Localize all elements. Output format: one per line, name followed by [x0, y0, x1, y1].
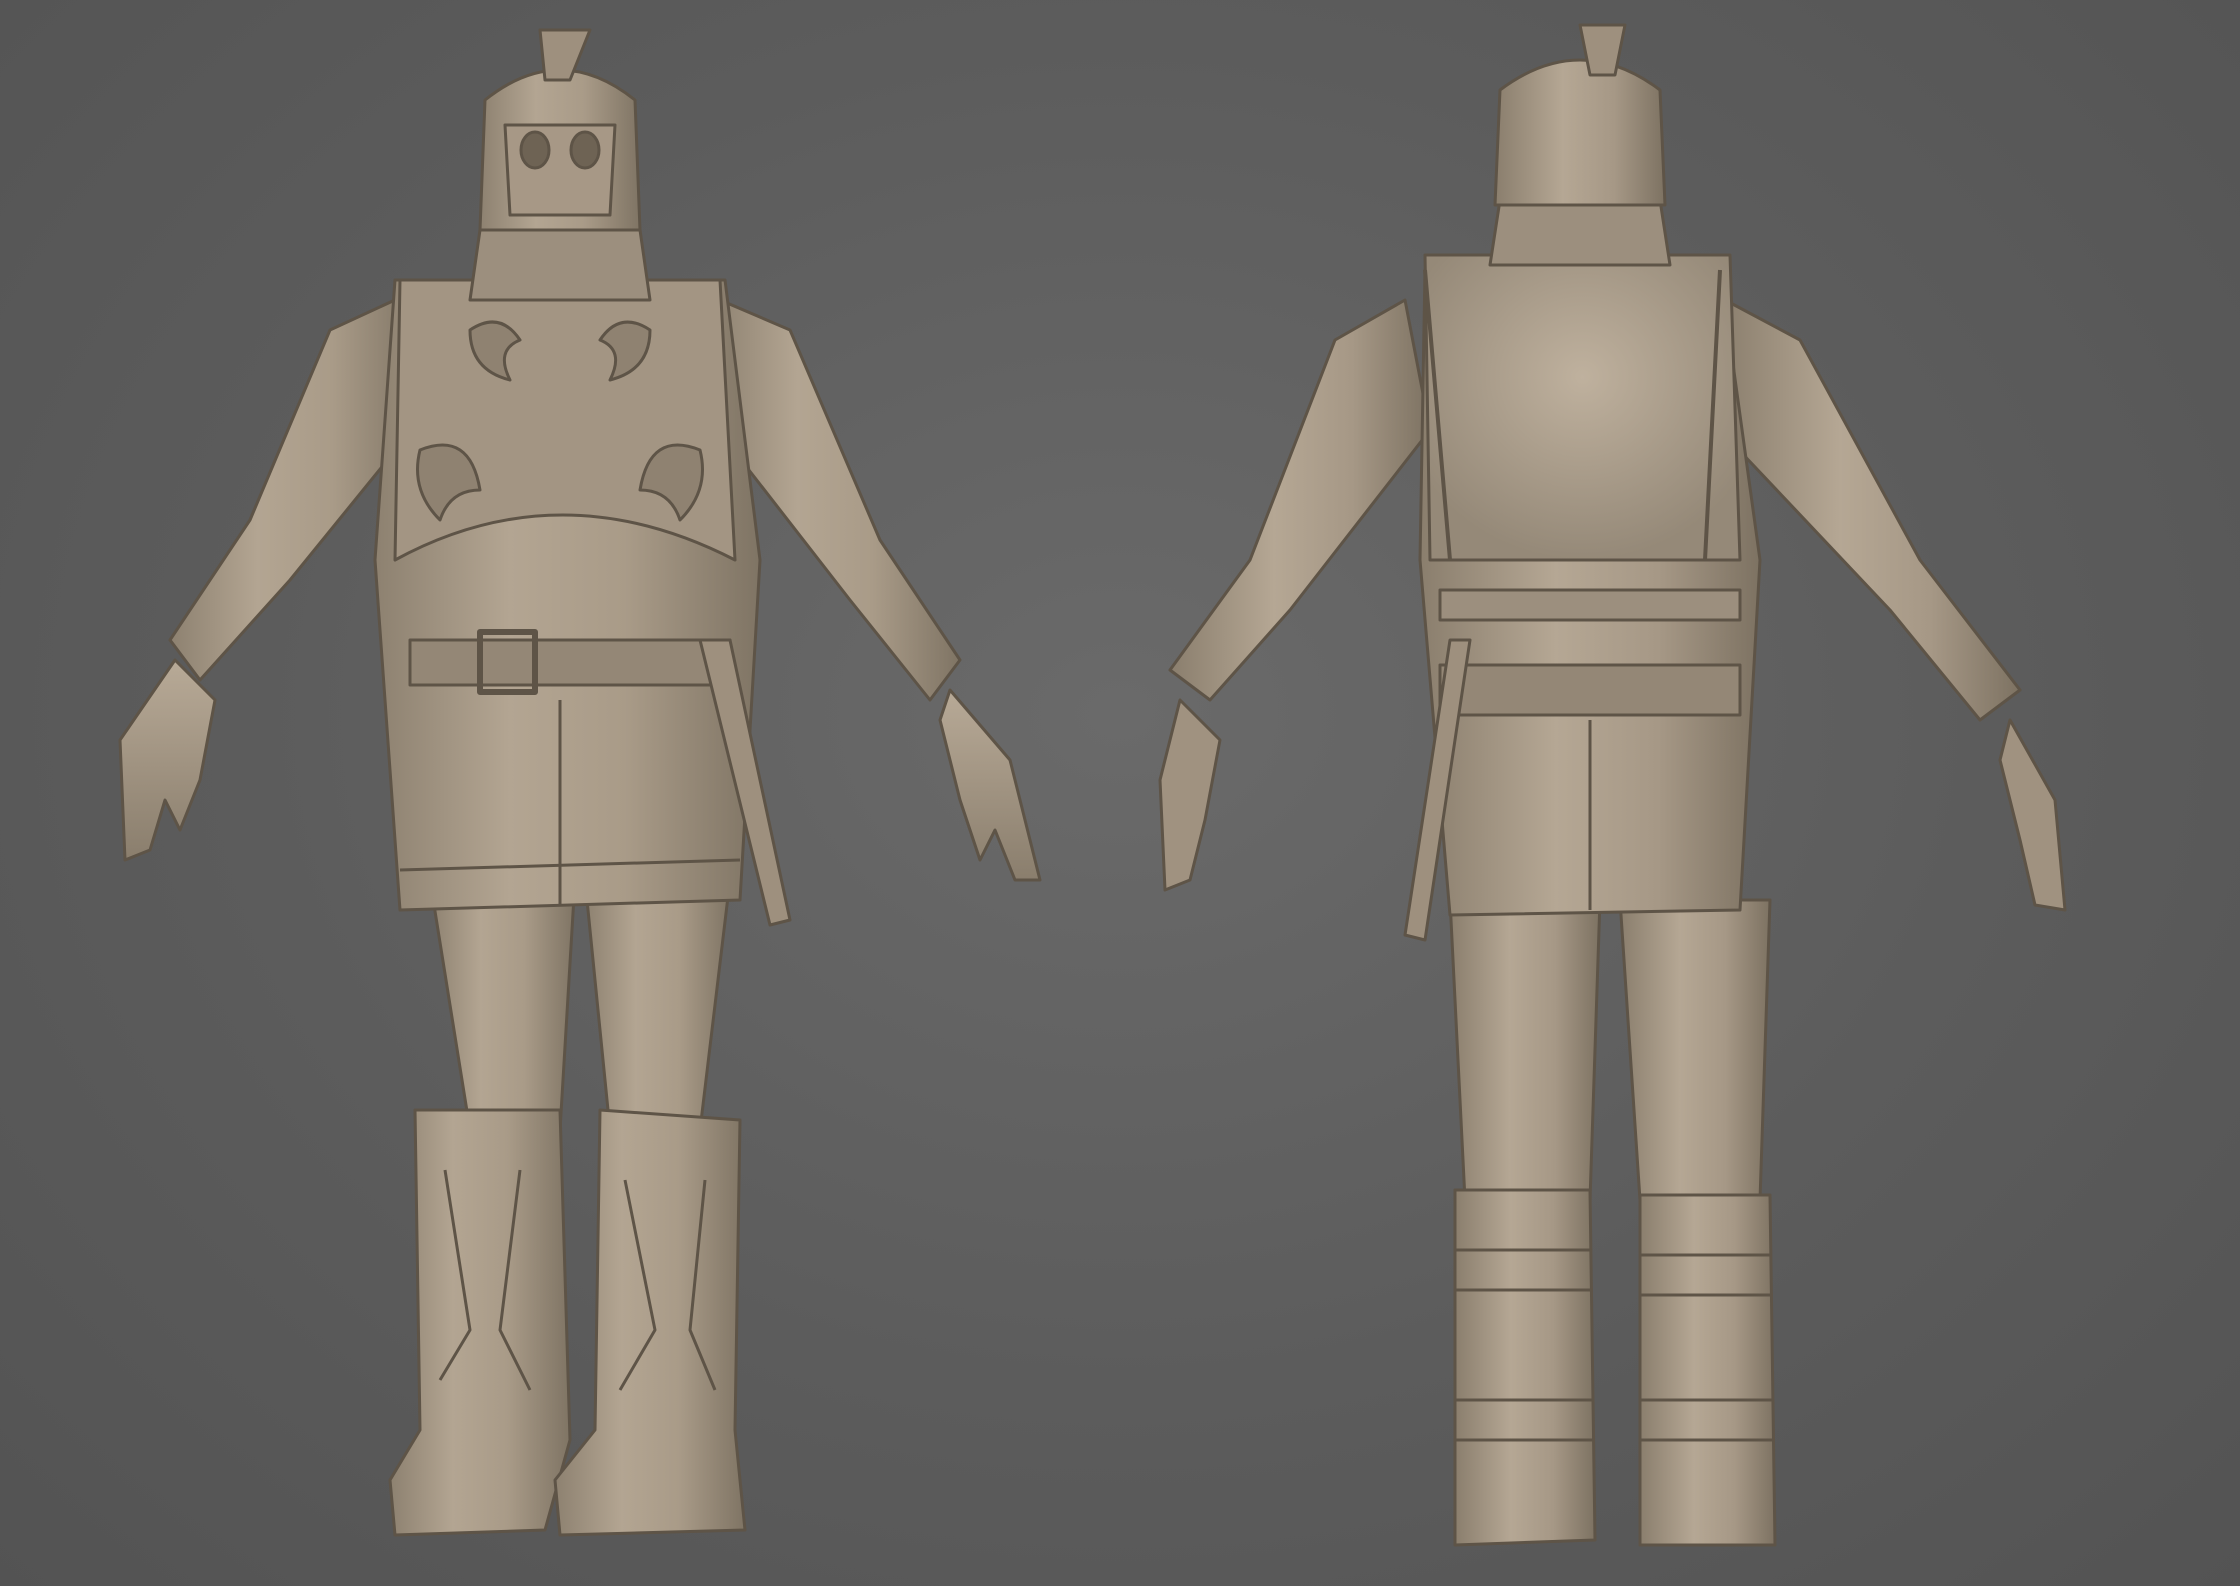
- neck-guard: [468, 228, 652, 302]
- left-hand: [118, 658, 217, 862]
- back-right-boot: [1638, 1193, 1777, 1547]
- back-belt: [1438, 663, 1742, 717]
- back-helmet: [1493, 58, 1667, 207]
- left-pant-leg: [428, 878, 577, 1132]
- belt: [408, 638, 732, 687]
- back-left-boot: [1453, 1188, 1597, 1547]
- back-neck-guard: [1488, 198, 1672, 267]
- front-view-figure: [118, 28, 1042, 1537]
- face-mask: [503, 123, 617, 217]
- backplate: [1423, 253, 1742, 562]
- right-boot: [553, 1108, 747, 1537]
- back-view-figure: [1158, 23, 2067, 1547]
- left-boot: [388, 1108, 572, 1537]
- back-left-hand: [1158, 698, 1222, 892]
- sculpt-viewport: [0, 0, 2240, 1586]
- right-pant-leg: [583, 878, 732, 1132]
- back-right-hand: [1998, 718, 2067, 912]
- back-left-arm: [1168, 298, 1432, 702]
- back-right-arm: [1718, 298, 2022, 722]
- back-left-pant-leg: [1448, 898, 1602, 1202]
- back-right-pant-leg: [1618, 898, 1772, 1202]
- right-hand: [938, 688, 1042, 882]
